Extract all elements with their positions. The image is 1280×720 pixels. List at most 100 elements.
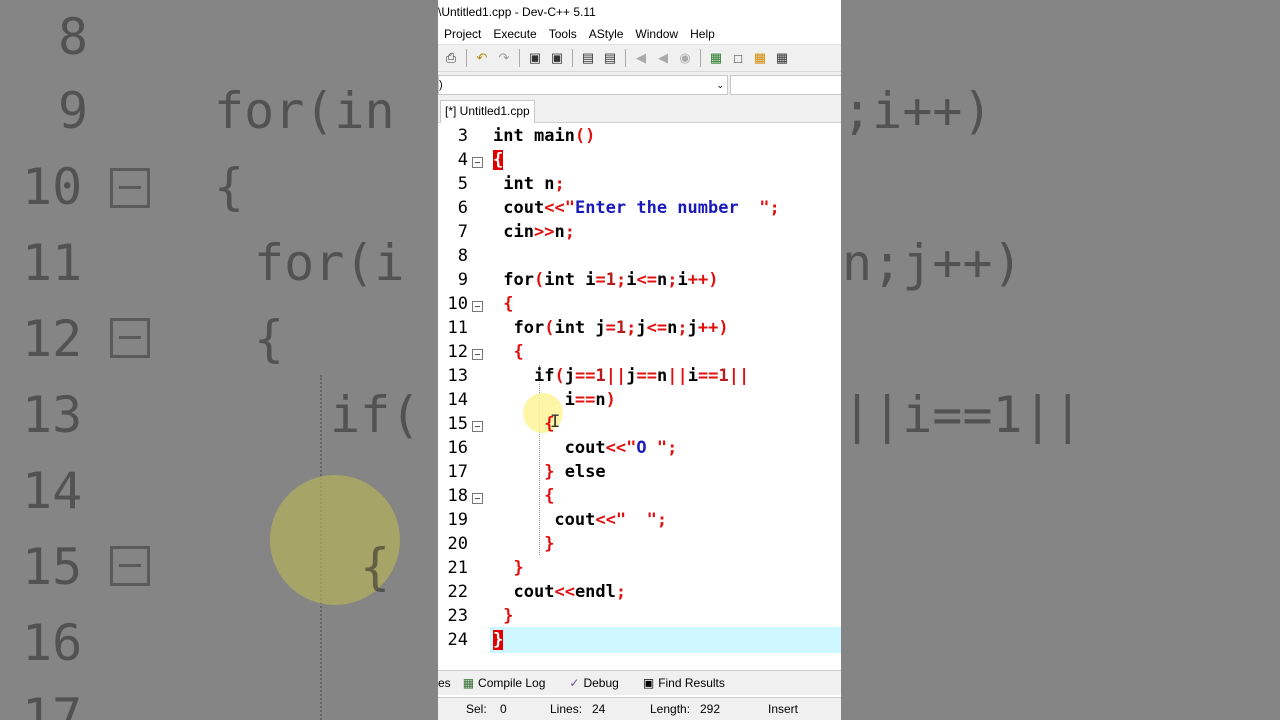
bg-code-fragment: if( <box>330 386 421 444</box>
toolbar-separator <box>625 49 626 67</box>
member-combo[interactable] <box>730 75 841 95</box>
bg-line-number: 13 <box>22 386 83 444</box>
status-length-label: Length: <box>650 702 691 716</box>
toolbar-separator <box>572 49 573 67</box>
toolbar-separator <box>519 49 520 67</box>
menu-project[interactable]: Project <box>438 24 487 44</box>
bg-line-number: 11 <box>22 234 83 292</box>
line-number: 22 <box>447 582 468 602</box>
bg-code-fragment: for(i <box>254 234 405 292</box>
bg-code-fragment: { <box>214 158 245 216</box>
code-line: for(int i=1;i<=n;i++) <box>503 270 719 290</box>
class-browser-icon[interactable]: ▦ <box>750 48 770 68</box>
fold-toggle-icon[interactable] <box>472 157 483 168</box>
bg-code-fragment: for(in <box>214 82 395 140</box>
bg-line-number: 8 <box>58 8 89 66</box>
bg-line-number: 9 <box>58 82 89 140</box>
tab-find-results[interactable]: ▣ Find Results <box>643 671 737 695</box>
tab-debug[interactable]: ✓ Debug <box>569 671 630 695</box>
code-line: cout<<"O "; <box>564 438 678 458</box>
forward-icon[interactable]: ◀ <box>653 48 673 68</box>
check-icon: ✓ <box>569 676 580 690</box>
line-number: 10 <box>447 294 468 314</box>
bg-line-number: 17 <box>22 688 83 720</box>
code-line: { <box>544 486 555 506</box>
code-line: cout<<" "; <box>554 510 668 530</box>
code-line: } <box>513 558 524 578</box>
line-number: 14 <box>447 390 468 410</box>
undo-icon[interactable]: ↶ <box>472 48 492 68</box>
toolbar-combos: ) ⌄ <box>438 72 841 98</box>
line-number: 4 <box>457 150 468 170</box>
bg-fold-icon <box>110 318 150 358</box>
menu-window[interactable]: Window <box>629 24 684 44</box>
fold-toggle-icon[interactable] <box>472 349 483 360</box>
class-combo[interactable]: ) ⌄ <box>438 75 728 95</box>
status-lines-label: Lines: <box>550 702 583 716</box>
unindent-icon[interactable]: ▤ <box>600 48 620 68</box>
line-number: 11 <box>447 318 468 338</box>
bg-code-fragment: n;j++) <box>842 234 1023 292</box>
bookmark-icon[interactable]: ◉ <box>675 48 695 68</box>
code-line: cout<<endl; <box>513 582 627 602</box>
line-number: 6 <box>457 198 468 218</box>
status-mode: Insert <box>768 702 799 716</box>
grid-icon[interactable]: ▦ <box>772 48 792 68</box>
bottom-panel-tabs: es ▦ Compile Log ✓ Debug ▣ Find Results <box>438 670 841 695</box>
code-line: cout<<"Enter the number "; <box>503 198 780 218</box>
code-line: int n; <box>503 174 565 194</box>
line-number: 19 <box>447 510 468 530</box>
menu-astyle[interactable]: AStyle <box>583 24 630 44</box>
code-line: if(j==1||j==n||i==1|| <box>533 366 750 386</box>
bg-code-fragment: { <box>360 538 391 596</box>
indent-icon[interactable]: ▤ <box>578 48 598 68</box>
fold-toggle-icon[interactable] <box>472 301 483 312</box>
code-line: cin>>n; <box>503 222 575 242</box>
tab-debug-label: Debug <box>583 676 619 690</box>
line-number: 7 <box>457 222 468 242</box>
fold-toggle-icon[interactable] <box>472 493 483 504</box>
toolbar-separator <box>466 49 467 67</box>
new-project-icon[interactable]: ▦ <box>706 48 726 68</box>
line-number: 15 <box>447 414 468 434</box>
menu-tools[interactable]: Tools <box>543 24 583 44</box>
find-results-icon: ▣ <box>642 676 655 690</box>
bg-line-number: 16 <box>22 614 83 672</box>
window-title: \Untitled1.cpp - Dev-C++ 5.11 <box>438 0 841 24</box>
bg-fold-icon <box>110 168 150 208</box>
line-number: 20 <box>447 534 468 554</box>
code-line: } <box>544 534 555 554</box>
menu-help[interactable]: Help <box>684 24 721 44</box>
tab-compile-log-label: Compile Log <box>478 676 546 690</box>
window-icon[interactable]: □ <box>728 48 748 68</box>
tab-untitled1[interactable]: [*] Untitled1.cpp <box>440 100 535 123</box>
menu-bar: Project Execute Tools AStyle Window Help <box>438 24 841 44</box>
tab-resources[interactable]: es <box>438 671 451 695</box>
line-number: 5 <box>457 174 468 194</box>
bg-code-fragment: ||i==1|| <box>842 386 1083 444</box>
code-editor[interactable]: 3 4 5 6 7 8 9 10 11 12 13 14 15 16 17 18 19 20 21 22 23 24 I … <box>438 125 841 665</box>
print-icon[interactable]: ⎙ <box>441 48 461 68</box>
code-line: { <box>544 414 555 434</box>
bg-code-fragment: ;i++) <box>842 82 993 140</box>
redo-icon[interactable]: ↷ <box>494 48 514 68</box>
devcpp-window: \Untitled1.cpp - Dev-C++ 5.11 Project Ex… <box>438 0 841 720</box>
code-line: for(int j=1;j<=n;j++) <box>513 318 729 338</box>
fold-toggle-icon[interactable] <box>472 421 483 432</box>
bg-fold-icon <box>110 546 150 586</box>
line-number: 18 <box>447 486 468 506</box>
find-icon[interactable]: ▣ <box>525 48 545 68</box>
bg-code-fragment: { <box>254 310 285 368</box>
tab-compile-log[interactable]: ▦ Compile Log <box>463 671 558 695</box>
line-number: 21 <box>447 558 468 578</box>
line-number: 23 <box>447 606 468 626</box>
replace-icon[interactable]: ▣ <box>547 48 567 68</box>
back-icon[interactable]: ◀ <box>631 48 651 68</box>
status-bar: Sel: 0 Lines: 24 Length: 292 Insert <box>438 697 841 720</box>
menu-execute[interactable]: Execute <box>487 24 542 44</box>
status-sel-value: 0 <box>500 702 507 716</box>
line-number: 12 <box>447 342 468 362</box>
code-line: } <box>493 630 504 650</box>
toolbar-separator <box>700 49 701 67</box>
toolbar: ⎙ ↶ ↷ ▣ ▣ ▤ ▤ ◀ ◀ ◉ ▦ □ ▦ ▦ <box>438 44 841 72</box>
